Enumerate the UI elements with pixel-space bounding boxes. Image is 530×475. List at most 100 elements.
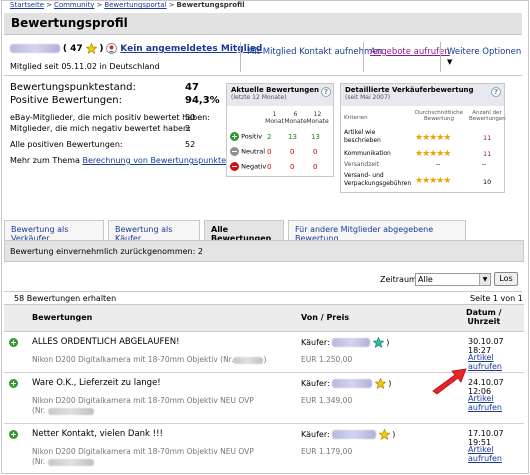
all-pos-label: Alle positiven Bewertungen: — [10, 140, 123, 149]
neg-members-label: Mitglieder, die mich negativ bewertet ha… — [10, 124, 191, 133]
neutral-12m: 0 — [313, 148, 318, 156]
go-button[interactable]: Los — [494, 272, 518, 286]
positive-label: Positive Bewertungen: — [10, 95, 122, 106]
count-described: 11 — [483, 134, 492, 142]
withdrawn-text: Bewertung einvernehmlich zurückgenommen:… — [10, 247, 203, 256]
col-12-num: 12 — [313, 111, 322, 118]
pos-members-label: eBay-Mitglieder, die mich positiv bewert… — [10, 113, 210, 122]
buyer-label: Käufer: — [301, 430, 330, 439]
negative-row: Negativ — [230, 162, 266, 171]
points-value: 47 — [185, 82, 199, 93]
col-date-2: Uhrzeit — [467, 317, 501, 326]
count-shipping-fees: 10 — [483, 178, 492, 186]
positive-12m: 13 — [311, 133, 320, 141]
points-calc-link[interactable]: Berechnung von Bewertungspunkten — [82, 156, 231, 165]
current-ratings-panel: Aktuelle Bewertungen (letzte 12 Monate) … — [226, 83, 334, 177]
buyer-info: Käufer: ) — [301, 429, 396, 440]
buyer-label: Käufer: — [301, 379, 330, 388]
count-communication: 11 — [483, 150, 492, 158]
tab-given[interactable]: Für andere Mitglieder abgegebene Bewertu… — [288, 220, 466, 243]
points-label: Bewertungspunktestand: — [10, 82, 136, 93]
neg-members-value: 3 — [185, 124, 191, 133]
tab-buyer[interactable]: Bewertung als Käufer — [108, 220, 200, 243]
criteria-shipping-fees-2: Verpackungsgebühren — [344, 180, 412, 187]
divider — [4, 75, 522, 76]
breadcrumb-current: Bewertungsprofil — [176, 1, 245, 9]
item-number-blurred — [233, 356, 264, 364]
username-blurred[interactable] — [10, 44, 60, 53]
title-bar: Bewertungsprofil — [4, 13, 522, 35]
chevron-down-icon: ▼ — [447, 58, 453, 66]
positive-1m: 2 — [267, 133, 272, 141]
member-since: Mitglied seit 05.11.02 in Deutschland — [10, 62, 160, 71]
tab-seller[interactable]: Bewertung als Verkäufer — [4, 220, 104, 243]
positive-value: 94,3% — [185, 95, 220, 106]
table-row: Ware O.K., Lieferzeit zu lange! Nikon D2… — [4, 368, 524, 424]
tab-bar: Bewertung als Verkäufer Bewertung als Kä… — [4, 220, 524, 243]
item-title: Nikon D200 Digitalkamera mit 18-70mm Obj… — [32, 355, 267, 364]
view-offers-label: Angebote aufrufen — [370, 47, 450, 57]
negative-6m: 0 — [290, 163, 295, 171]
feedback-comment: Netter Kontakt, vielen Dank !!! — [32, 429, 163, 439]
neutral-icon — [230, 147, 239, 156]
more-info: Mehr zum Thema Berechnung von Bewertungs… — [10, 156, 231, 165]
criteria-communication: Kommunikation — [344, 150, 391, 157]
breadcrumb-startseite[interactable]: Startseite — [10, 1, 44, 9]
stars-communication: ★★★★★ — [415, 149, 451, 159]
item-title: Nikon D200 Digitalkamera mit 18-70mm Obj… — [32, 396, 254, 405]
criteria-described-2: beschrieben — [344, 137, 381, 144]
col-date-1: Datum / — [466, 308, 502, 317]
positive-icon — [9, 430, 18, 439]
view-item-link[interactable]: Artikel aufrufen — [468, 445, 524, 463]
item-title: Nikon D200 Digitalkamera mit 18-70mm Obj… — [32, 447, 254, 456]
period-select[interactable]: Alle ▼ — [415, 273, 491, 286]
col-12-months: 12 Monate — [305, 111, 330, 125]
negative-1m: 0 — [267, 163, 272, 171]
col-12-unit: Monate — [306, 118, 329, 125]
view-item-link[interactable]: Artikel aufrufen — [468, 394, 524, 412]
rating-count: ( 47 — [62, 44, 83, 54]
criteria-shipping-fees-1: Versand- und — [344, 172, 384, 179]
criteria-described: Artikel wie beschrieben — [344, 129, 381, 145]
stars-shipping-fees: ★★★★★ — [415, 176, 451, 186]
more-options-button[interactable]: Weitere Optionen ▼ — [440, 42, 530, 72]
stars-described: ★★★★★ — [415, 133, 451, 143]
buyer-name-blurred[interactable] — [332, 379, 373, 388]
yellow-star-icon — [85, 43, 97, 54]
price: EUR 1.250,00 — [301, 355, 353, 364]
turquoise-star-icon — [372, 337, 384, 348]
col-avg-2: Bewertung — [424, 116, 454, 122]
buyer-name-blurred[interactable] — [332, 430, 377, 439]
table-row: Netter Kontakt, vielen Dank !!! Nikon D2… — [4, 425, 524, 475]
page-info: Seite 1 von 1 — [470, 294, 523, 303]
tab-all[interactable]: Alle Bewertungen — [204, 220, 284, 243]
page-title: Bewertungsprofil — [11, 16, 128, 30]
help-icon[interactable]: ? — [321, 87, 331, 97]
item-number-blurred — [47, 458, 94, 466]
received-count: 58 Bewertungen erhalten — [14, 294, 117, 303]
col-criteria: Kriterien — [344, 115, 368, 121]
table-header: Bewertungen Von / Preis Datum / Uhrzeit — [4, 304, 524, 332]
negative-12m: 0 — [313, 163, 318, 171]
buyer-label: Käufer: — [301, 338, 330, 347]
buyer-name-blurred[interactable] — [332, 338, 371, 347]
col-date-header: Datum / Uhrzeit — [466, 308, 502, 326]
positive-row-label: Positiv — [241, 132, 263, 141]
breadcrumb-community[interactable]: Community — [54, 1, 95, 9]
view-item-link[interactable]: Artikel aufrufen — [468, 353, 524, 371]
positive-row: Positiv — [230, 132, 262, 141]
col-avg: Durchschnittliche Bewertung — [411, 110, 467, 122]
neutral-row-label: Neutral — [241, 147, 266, 156]
breadcrumb-bewertungsportal[interactable]: Bewertungsportal — [104, 1, 166, 9]
more-prefix: Mehr zum Thema — [10, 156, 80, 165]
negative-row-label: Negativ — [241, 162, 267, 171]
neutral-6m: 0 — [290, 148, 295, 156]
current-ratings-title: Aktuelle Bewertungen — [231, 86, 319, 94]
dropdown-arrow-icon: ▼ — [479, 274, 490, 285]
col-count-2: Bewertungen — [469, 116, 506, 122]
col-ratings-header: Bewertungen — [32, 313, 93, 322]
feedback-comment: Ware O.K., Lieferzeit zu lange! — [32, 378, 161, 388]
divider — [4, 291, 522, 292]
help-icon[interactable]: ? — [491, 87, 501, 97]
item-title-text: Nikon D200 Digitalkamera mit 18-70mm Obj… — [32, 355, 234, 364]
